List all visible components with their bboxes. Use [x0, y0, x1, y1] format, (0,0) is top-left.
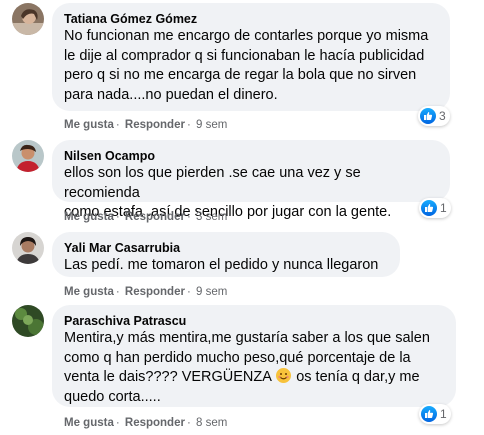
comment-author[interactable]: Paraschiva Patrascu	[64, 313, 444, 329]
avatar-photo-icon	[12, 305, 44, 337]
comment-actions: Me gusta · Responder · 9 sem	[64, 118, 227, 132]
comment-bubble: Paraschiva Patrascu Mentira,y más mentir…	[52, 305, 456, 407]
like-thumb-icon	[421, 406, 437, 422]
separator: ·	[115, 211, 120, 223]
timestamp[interactable]: 9 sem	[196, 286, 227, 298]
avatar[interactable]	[12, 305, 44, 337]
separator: ·	[115, 417, 120, 429]
reaction-summary[interactable]: 1	[419, 404, 451, 424]
reply-link[interactable]: Responder	[125, 417, 185, 429]
reply-link[interactable]: Responder	[125, 286, 185, 298]
comment-bubble: Yali Mar Casarrubia Las pedí. me tomaron…	[52, 232, 400, 277]
separator: ·	[115, 286, 120, 298]
avatar[interactable]	[12, 3, 44, 35]
comment-text: Mentira,y más mentira,me gustaría saber …	[64, 329, 444, 407]
reaction-count: 1	[440, 201, 447, 215]
avatar[interactable]	[12, 232, 44, 264]
comment-text: Las pedí. me tomaron el pedido y nunca l…	[64, 257, 379, 273]
comment-author[interactable]: Nilsen Ocampo	[64, 148, 438, 164]
like-link[interactable]: Me gusta	[64, 286, 114, 298]
avatar[interactable]	[12, 140, 44, 172]
separator: ·	[186, 417, 191, 429]
reaction-count: 1	[440, 407, 447, 421]
avatar-photo-icon	[12, 3, 44, 35]
like-link[interactable]: Me gusta	[64, 211, 114, 223]
reply-link[interactable]: Responder	[125, 211, 185, 223]
reaction-summary[interactable]: 3	[418, 106, 450, 126]
timestamp[interactable]: 3 sem	[196, 211, 227, 223]
separator: ·	[115, 119, 120, 131]
timestamp[interactable]: 8 sem	[196, 417, 227, 429]
comment-bubble: Nilsen Ocampo ellos son los que pierden …	[52, 140, 450, 220]
comment-actions: Me gusta · Responder · 9 sem	[64, 285, 227, 299]
smiling-face-icon	[276, 368, 292, 383]
avatar-photo-icon	[12, 232, 44, 264]
like-link[interactable]: Me gusta	[64, 417, 114, 429]
avatar-photo-icon	[12, 140, 44, 172]
reply-link[interactable]: Responder	[125, 119, 185, 131]
comment-actions: Me gusta · Responder · 3 sem	[64, 210, 227, 224]
separator: ·	[186, 286, 191, 298]
comment-author[interactable]: Yali Mar Casarrubia	[64, 240, 388, 256]
like-link[interactable]: Me gusta	[64, 119, 114, 131]
comment-bubble: Tatiana Gómez Gómez No funcionan me enca…	[52, 3, 450, 111]
comment-text: No funcionan me encargo de contarles por…	[64, 28, 429, 103]
like-thumb-icon	[421, 200, 437, 216]
timestamp[interactable]: 9 sem	[196, 119, 227, 131]
like-thumb-icon	[420, 108, 436, 124]
reaction-summary[interactable]: 1	[419, 198, 451, 218]
separator: ·	[186, 119, 191, 131]
separator: ·	[186, 211, 191, 223]
reaction-count: 3	[439, 109, 446, 123]
comment-actions: Me gusta · Responder · 8 sem	[64, 416, 227, 430]
comment-author[interactable]: Tatiana Gómez Gómez	[64, 11, 438, 27]
